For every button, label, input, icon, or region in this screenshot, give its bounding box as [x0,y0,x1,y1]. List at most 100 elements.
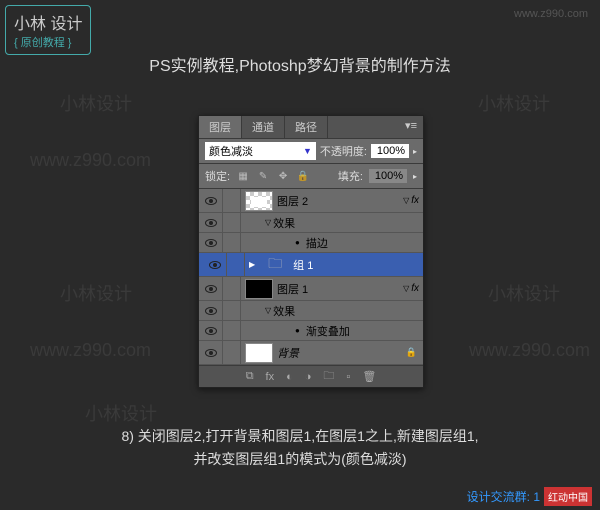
watermark: 小林设计 [488,280,560,306]
badge-title: 红动中国 [548,493,588,504]
eye-icon [205,285,217,293]
opacity-label: 不透明度: [320,143,367,159]
footer-badge: 红动中国 [544,487,592,506]
effect-header-row[interactable]: ▽ 效果 [199,213,423,233]
group-row[interactable]: ▶ 🗀 组 1 [199,253,423,277]
visibility-toggle[interactable] [199,301,223,320]
link-column [223,301,241,320]
adjustment-layer-icon[interactable]: ◑ [305,371,312,383]
eye-icon [209,261,221,269]
lock-pixels-icon[interactable]: ✎ [256,169,270,183]
bullet-icon: ● [295,326,300,335]
lock-transparent-icon[interactable]: ▦ [236,169,250,183]
page-title: PS实例教程,Photoshp梦幻背景的制作方法 [0,52,600,76]
logo-subtitle: { 原创教程 } [14,34,82,50]
watermark: www.z990.com [30,150,151,171]
watermark: 小林设计 [60,90,132,116]
link-layers-icon[interactable]: ⧉ [246,370,254,383]
panel-menu-icon[interactable]: ▾≡ [399,116,423,138]
layer-name: 背景 [277,345,406,361]
blend-opacity-row: 颜色减淡 ▼ 不透明度: 100% ▸ [199,138,423,164]
effect-row[interactable]: ● 描边 [199,233,423,253]
layer-thumbnail [245,343,273,363]
watermark: 小林设计 [478,90,550,116]
eye-icon [205,197,217,205]
layers-list: 图层 2 ▽ fx ▽ 效果 ● 描边 ▶ 🗀 组 1 [199,189,423,365]
new-layer-icon[interactable]: ▫ [346,371,350,383]
layer-style-icon[interactable]: fx [266,371,275,383]
background-layer-row[interactable]: 背景 🔒 [199,341,423,365]
link-column [223,213,241,232]
link-column [223,341,241,364]
eye-icon [205,239,217,247]
eye-icon [205,307,217,315]
link-column [223,233,241,252]
visibility-toggle[interactable] [199,233,223,252]
layer-row[interactable]: 图层 1 ▽ fx [199,277,423,301]
lock-label: 锁定: [205,168,230,184]
fill-input[interactable]: 100% [369,169,407,183]
link-column [227,253,245,276]
collapse-icon[interactable]: ▽ [265,218,271,227]
layer-name: 图层 1 [277,281,403,297]
footer-text: 设计交流群: 1 [467,488,540,505]
visibility-toggle[interactable] [203,253,227,276]
eye-icon [205,349,217,357]
link-column [223,321,241,340]
folder-icon: 🗀 [261,255,289,275]
blend-mode-select[interactable]: 颜色减淡 ▼ [205,142,316,160]
tab-layers[interactable]: 图层 [199,116,242,138]
effect-name: 渐变叠加 [306,323,423,339]
site-url: www.z990.com [514,8,588,20]
watermark: www.z990.com [469,340,590,361]
bullet-icon: ● [295,238,300,247]
collapse-icon[interactable]: ▽ [265,306,271,315]
logo-title: 小林 设计 [14,10,82,34]
dropdown-arrow-icon: ▼ [303,146,312,156]
eye-icon [205,219,217,227]
layer-row[interactable]: 图层 2 ▽ fx [199,189,423,213]
layers-panel: 图层 通道 路径 ▾≡ 颜色减淡 ▼ 不透明度: 100% ▸ 锁定: ▦ ✎ … [198,115,424,388]
layer-mask-icon[interactable]: ◐ [286,371,293,383]
fx-badge: fx [411,195,419,206]
effect-header-row[interactable]: ▽ 效果 [199,301,423,321]
expand-icon[interactable]: ▶ [249,260,255,269]
lock-icon: 🔒 [406,347,417,358]
visibility-toggle[interactable] [199,213,223,232]
effect-row[interactable]: ● 渐变叠加 [199,321,423,341]
opacity-input[interactable]: 100% [371,144,409,158]
group-name: 组 1 [293,257,419,273]
fx-badge: fx [411,283,419,294]
visibility-toggle[interactable] [199,189,223,212]
lock-row: 锁定: ▦ ✎ ✥ 🔒 填充: 100% ▸ [199,164,423,189]
visibility-toggle[interactable] [199,341,223,364]
opacity-arrow-icon[interactable]: ▸ [413,147,417,156]
visibility-toggle[interactable] [199,321,223,340]
collapse-icon[interactable]: ▽ [403,196,409,205]
lock-all-icon[interactable]: 🔒 [296,169,310,183]
watermark: 小林设计 [85,400,157,426]
delete-layer-icon[interactable]: 🗑 [362,370,376,383]
eye-icon [205,327,217,335]
watermark: 小林设计 [60,280,132,306]
collapse-icon[interactable]: ▽ [403,284,409,293]
watermark: www.z990.com [30,340,151,361]
panel-bottom-bar: ⧉ fx ◐ ◑ 🗀 ▫ 🗑 [199,365,423,387]
logo: 小林 设计 { 原创教程 } [5,5,91,55]
tab-channels[interactable]: 通道 [242,116,285,138]
layer-thumbnail [245,191,273,211]
caption: 8) 关闭图层2,打开背景和图层1,在图层1之上,新建图层组1, 并改变图层组1… [0,425,600,470]
effect-label: 效果 [273,215,423,231]
lock-position-icon[interactable]: ✥ [276,169,290,183]
new-group-icon[interactable]: 🗀 [323,367,334,386]
caption-line1: 8) 关闭图层2,打开背景和图层1,在图层1之上,新建图层组1, [0,425,600,447]
effect-label: 效果 [273,303,423,319]
footer: 设计交流群: 1 红动中国 [467,487,592,506]
visibility-toggle[interactable] [199,277,223,300]
fill-arrow-icon[interactable]: ▸ [413,172,417,181]
panel-tabs: 图层 通道 路径 ▾≡ [199,116,423,138]
tab-paths[interactable]: 路径 [285,116,328,138]
effect-name: 描边 [306,235,423,251]
layer-name: 图层 2 [277,193,403,209]
blend-mode-value: 颜色减淡 [209,143,253,159]
